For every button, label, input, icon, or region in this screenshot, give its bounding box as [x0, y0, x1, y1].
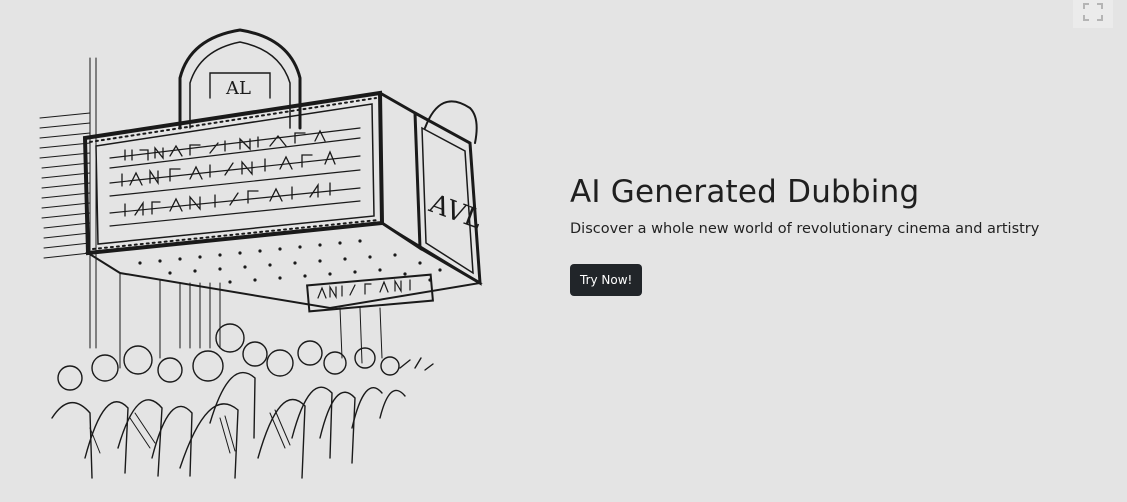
hero-title: AI Generated Dubbing [570, 174, 920, 210]
hero-section: AI Generated Dubbing Discover a whole ne… [570, 172, 1110, 296]
fullscreen-icon [1083, 3, 1103, 21]
page: AL AVL AI Generated Dubbing Discover a w… [0, 0, 1127, 502]
theater-marquee-illustration: AL AVL [39, 28, 486, 479]
svg-text:AL: AL [225, 78, 251, 99]
hero-subtitle: Discover a whole new world of revolution… [570, 221, 1040, 237]
svg-text:AVL: AVL [424, 189, 486, 236]
fullscreen-button[interactable] [1073, 0, 1113, 28]
try-now-button[interactable]: Try Now! [570, 264, 643, 296]
